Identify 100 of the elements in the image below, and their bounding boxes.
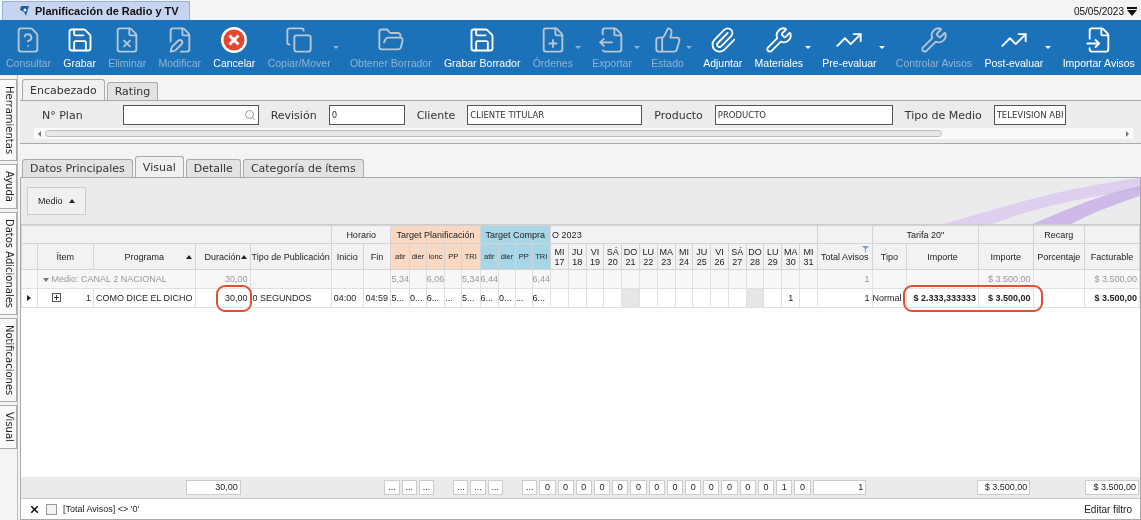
checkbox[interactable]: [46, 503, 57, 515]
edit-filter-link[interactable]: Editar filtro: [1084, 503, 1140, 515]
table-cell: $ 3.500,00: [978, 269, 1034, 289]
table-cell: 6...: [532, 288, 551, 308]
table-cell: $ 3.500,00: [1084, 288, 1140, 308]
table-cell: ...: [515, 288, 533, 308]
summary-field: 0: [703, 480, 720, 495]
column-header[interactable]: Tipo de Publicación: [250, 243, 332, 270]
column-header[interactable]: Programa: [93, 243, 196, 270]
table-cell: 6...: [426, 288, 445, 308]
summary-field: $ 3.500,00: [976, 480, 1031, 495]
table-cell: 6...: [480, 288, 499, 308]
input-field[interactable]: PRODUCTO: [714, 105, 893, 125]
filter-text: [Total Avisos] <> '0': [63, 504, 140, 514]
table-cell: 1: [817, 269, 873, 289]
search-field[interactable]: [122, 105, 259, 125]
summary-field: 0: [539, 480, 556, 495]
expand-icon[interactable]: [51, 293, 61, 302]
table-cell: 6,06: [426, 269, 445, 289]
tab[interactable]: Visual: [134, 156, 184, 177]
table-cell: 5...: [461, 288, 481, 308]
table-cell: 30,00: [195, 269, 251, 289]
table-cell: 1: [85, 293, 91, 303]
summary-field: ...: [401, 480, 417, 495]
toolbar-button[interactable]: Pre-evaluar: [820, 24, 886, 71]
summary-field: 1: [812, 480, 867, 495]
summary-field: 0: [757, 480, 775, 495]
group-chip[interactable]: Medio: [27, 187, 86, 215]
toolbar-button[interactable]: Cancelar: [211, 24, 258, 71]
table-cell: 1: [781, 288, 800, 308]
toolbar-button[interactable]: Grabar: [61, 24, 98, 71]
row-indicator-icon: [27, 295, 32, 301]
horizontal-scrollbar[interactable]: [34, 128, 1133, 139]
table-cell: 04:59: [363, 288, 391, 308]
band-header: O 2023: [550, 225, 818, 244]
tab[interactable]: Encabezado: [22, 79, 105, 100]
dropdown-icon[interactable]: [1127, 7, 1137, 16]
input-field[interactable]: 0: [328, 105, 405, 125]
field-label: Revisión: [269, 108, 318, 122]
summary-field: ...: [418, 480, 435, 495]
table-cell: ...: [444, 288, 462, 308]
band-header: Recarg: [1033, 225, 1085, 244]
summary-field: 0: [739, 480, 756, 495]
summary-field: 0: [593, 480, 611, 495]
toolbar-button[interactable]: Materiales: [752, 24, 812, 71]
band-header: Tarifa 20": [872, 225, 979, 244]
table-cell: 5,34: [391, 269, 410, 289]
summary-field: 0: [612, 480, 629, 495]
thumbs-up-icon: [653, 26, 682, 54]
summary-field: 30,00: [186, 480, 241, 495]
summary-field: 0: [666, 480, 684, 495]
table-cell: Normal: [872, 288, 907, 308]
side-tab[interactable]: Notificaciones: [0, 318, 17, 403]
summary-field: ...: [522, 480, 538, 495]
table-cell: 5,34: [461, 269, 481, 289]
document-tab[interactable]: Planificación de Radio y TV: [2, 1, 190, 20]
table-cell: 04:00: [331, 288, 363, 308]
side-tab[interactable]: Herramientas: [0, 79, 17, 162]
table-cell: 6,44: [532, 269, 551, 289]
table-cell: 1: [817, 288, 873, 308]
summary-field: 0: [630, 480, 647, 495]
side-tab[interactable]: Datos Adicionales: [0, 212, 17, 316]
toolbar-button[interactable]: Importar Avisos: [1060, 24, 1137, 71]
table-cell: $ 3.500,00: [1084, 269, 1140, 289]
side-tab[interactable]: Visual: [0, 405, 17, 450]
toolbar-button[interactable]: Grabar Borrador: [441, 24, 523, 71]
summary-field: $ 3.500,00: [1084, 480, 1139, 495]
band-header: Target Compra: [480, 225, 551, 244]
band-header: Horario: [331, 225, 391, 244]
summary-field: 0: [685, 480, 702, 495]
summary-field: 0: [575, 480, 592, 495]
field-label: Tipo de Medio: [903, 108, 983, 122]
close-icon[interactable]: [29, 503, 40, 515]
summary-field: ...: [453, 480, 469, 495]
field-label: N° Plan: [41, 108, 84, 122]
table-cell: COMO DICE EL DICHO: [93, 288, 196, 308]
wrench-icon: [920, 26, 948, 54]
field-label: Producto: [653, 108, 704, 122]
toolbar-button[interactable]: Post-evaluar: [982, 24, 1053, 71]
table-cell: 5...: [391, 288, 410, 308]
summary-field: ...: [384, 480, 400, 495]
column-header[interactable]: Importe: [906, 243, 979, 270]
app-logo-icon: [19, 5, 31, 17]
tab[interactable]: Detalle: [185, 159, 241, 177]
summary-field: 1: [776, 480, 793, 495]
tab[interactable]: Datos Principales: [22, 159, 133, 177]
toolbar-button[interactable]: Adjuntar: [701, 24, 745, 71]
table-cell: 0...: [409, 288, 427, 308]
table-cell: 0 SEGUNDOS: [250, 288, 332, 308]
input-field[interactable]: CLIENTE TITULAR: [467, 105, 643, 125]
wrench-icon: [764, 26, 793, 54]
summary-field: ...: [470, 480, 486, 495]
tab[interactable]: Categoría de ítems: [242, 159, 364, 177]
side-tab[interactable]: Ayuda: [0, 164, 17, 210]
summary-field: 0: [721, 480, 738, 495]
input-field[interactable]: TELEVISION ABI: [993, 105, 1066, 125]
tab[interactable]: Rating: [106, 82, 159, 100]
band-header: Target Planificación: [391, 225, 481, 244]
summary-field: 0: [648, 480, 665, 495]
table-cell: 0...: [498, 288, 516, 308]
